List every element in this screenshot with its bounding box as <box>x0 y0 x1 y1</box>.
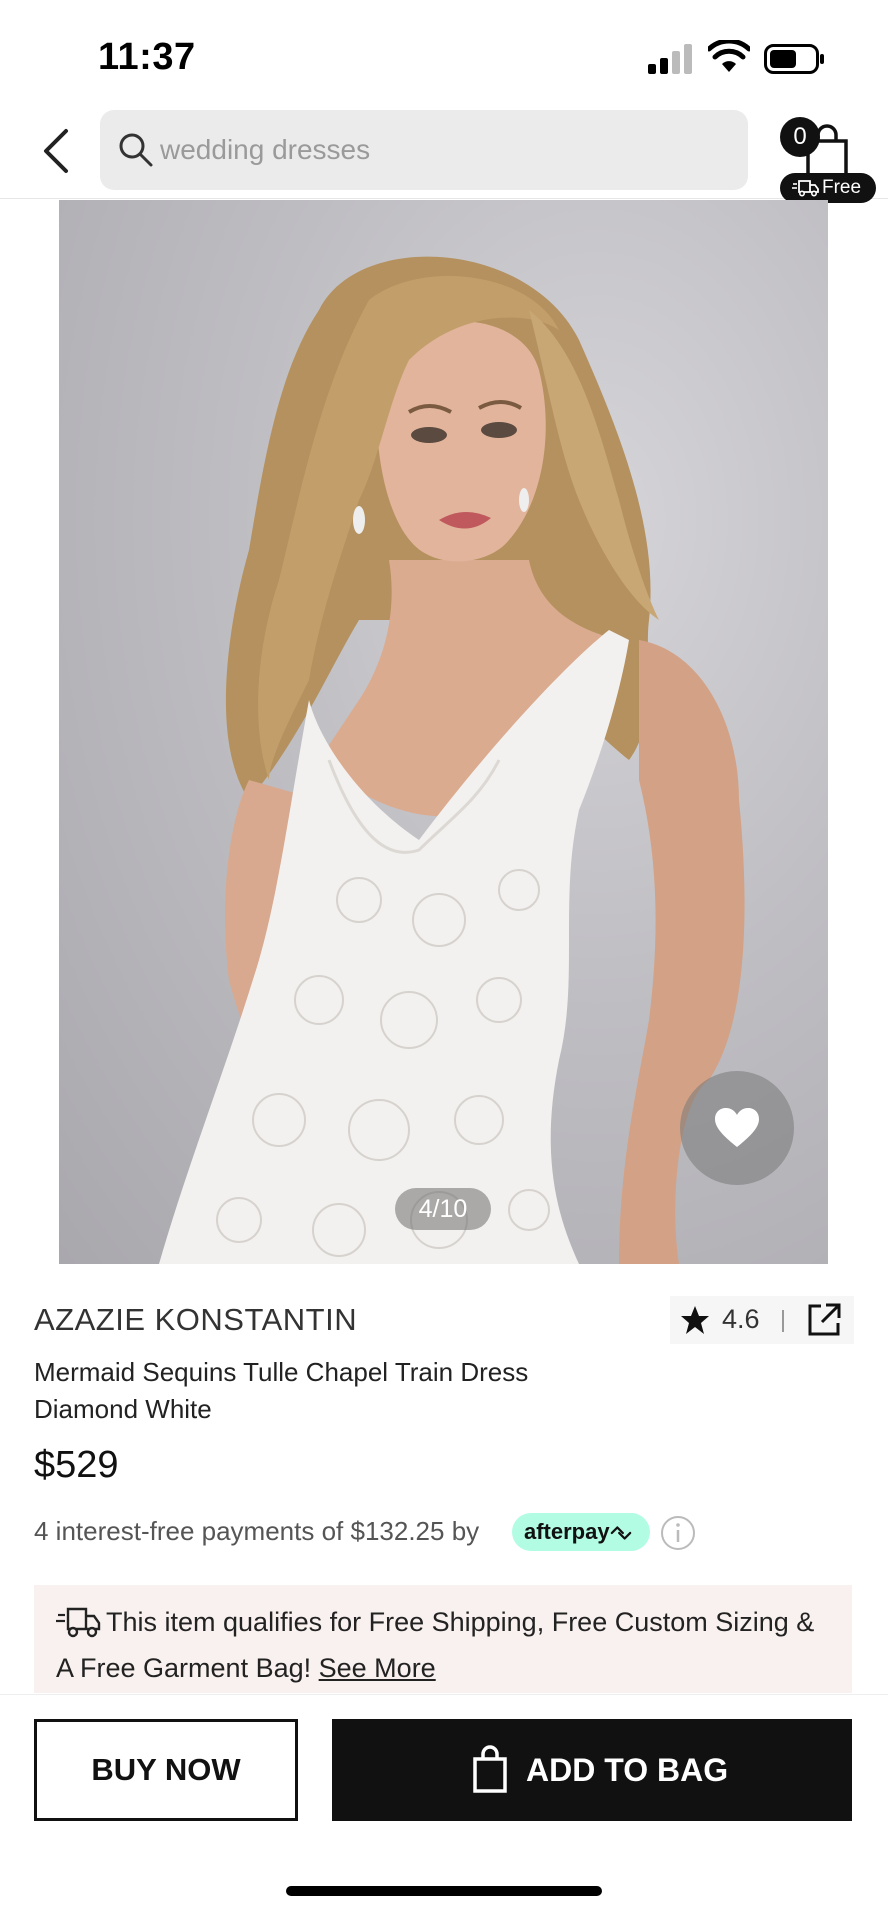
see-more-link[interactable]: See More <box>319 1653 436 1683</box>
product-title: Mermaid Sequins Tulle Chapel Train Dress… <box>34 1354 594 1428</box>
top-navigation: 0 Free <box>0 105 888 203</box>
delivery-truck-icon <box>56 1607 101 1638</box>
brand-name: AZAZIE KONSTANTIN <box>34 1302 358 1337</box>
heart-icon <box>715 1108 759 1147</box>
product-price: $529 <box>34 1444 119 1486</box>
buy-now-button[interactable]: BUY NOW <box>34 1719 298 1821</box>
star-icon <box>681 1306 709 1334</box>
free-shipping-banner: This item qualifies for Free Shipping, F… <box>34 1585 852 1693</box>
afterpay-arrows-icon <box>610 1526 631 1540</box>
rating-value: 4.6 <box>722 1304 760 1334</box>
delivery-truck-icon <box>792 180 819 197</box>
wifi-icon <box>708 40 750 72</box>
cart-button[interactable]: 0 Free <box>776 109 876 203</box>
status-time: 11:37 <box>98 36 196 78</box>
cart-count-badge: 0 <box>780 117 820 157</box>
search-bar[interactable] <box>100 110 748 190</box>
cellular-signal-icon <box>648 44 692 74</box>
add-to-bag-label: ADD TO BAG <box>526 1752 729 1788</box>
search-icon <box>119 133 153 167</box>
divider <box>782 1310 784 1332</box>
battery-icon <box>764 44 824 74</box>
shopping-bag-icon <box>473 1745 507 1793</box>
afterpay-logo[interactable]: afterpay <box>512 1513 650 1551</box>
back-arrow-icon[interactable] <box>36 125 76 177</box>
image-counter: 4/10 <box>395 1188 491 1230</box>
product-color: Diamond White <box>34 1394 212 1424</box>
favorite-button[interactable] <box>680 1071 794 1185</box>
status-bar: 11:37 <box>0 0 888 105</box>
free-shipping-pill: Free <box>780 173 876 203</box>
search-input[interactable] <box>160 110 730 190</box>
product-image-gallery[interactable]: 4/10 <box>59 200 828 1264</box>
product-title-line: Mermaid Sequins Tulle Chapel Train Dress <box>34 1357 529 1387</box>
home-indicator[interactable] <box>286 1886 602 1896</box>
afterpay-installments: 4 interest-free payments of $132.25 by <box>34 1516 480 1546</box>
afterpay-brand: afterpay <box>524 1519 610 1544</box>
free-label: Free <box>822 177 862 198</box>
share-icon[interactable] <box>806 1302 842 1338</box>
rating-share-box: 4.6 <box>670 1296 854 1344</box>
add-to-bag-button[interactable]: ADD TO BAG <box>332 1719 852 1821</box>
info-icon[interactable] <box>660 1515 696 1551</box>
